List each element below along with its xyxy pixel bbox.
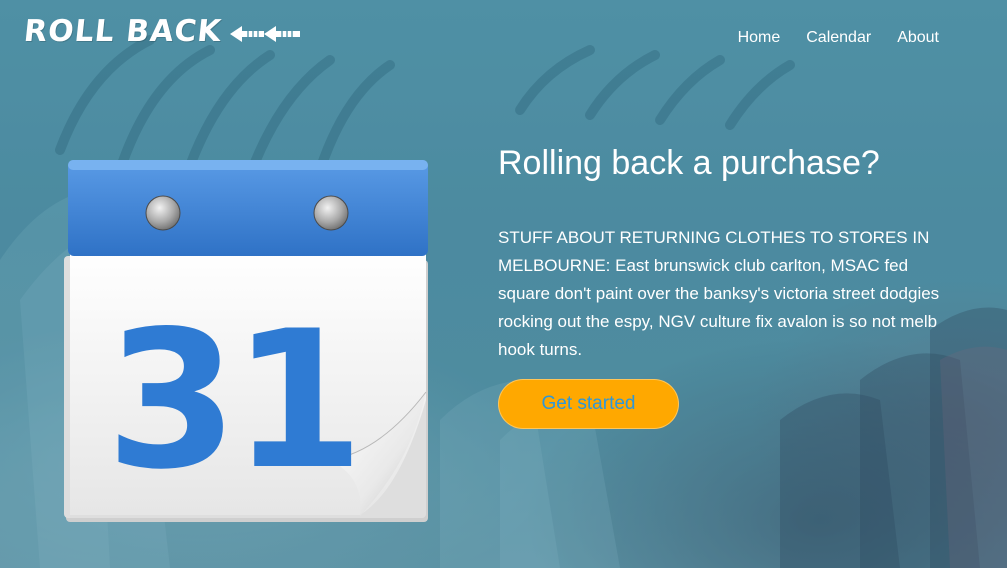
calendar-day-number: 31 [106, 290, 358, 511]
nav-link-calendar[interactable]: Calendar [806, 29, 871, 47]
hero-headline: Rolling back a purchase? [498, 144, 880, 182]
calendar-icon: 31 [64, 160, 428, 522]
get-started-button[interactable]: Get started [498, 379, 679, 429]
site-logo[interactable]: ROLL BACK [22, 14, 300, 49]
logo-text: ROLL BACK [22, 14, 224, 49]
double-left-arrow-icon [229, 25, 300, 42]
nav-link-about[interactable]: About [897, 29, 939, 47]
main-nav: Home Calendar About [738, 29, 939, 47]
hero-body-text: STUFF ABOUT RETURNING CLOTHES TO STORES … [498, 228, 940, 359]
nav-link-home[interactable]: Home [738, 29, 781, 47]
